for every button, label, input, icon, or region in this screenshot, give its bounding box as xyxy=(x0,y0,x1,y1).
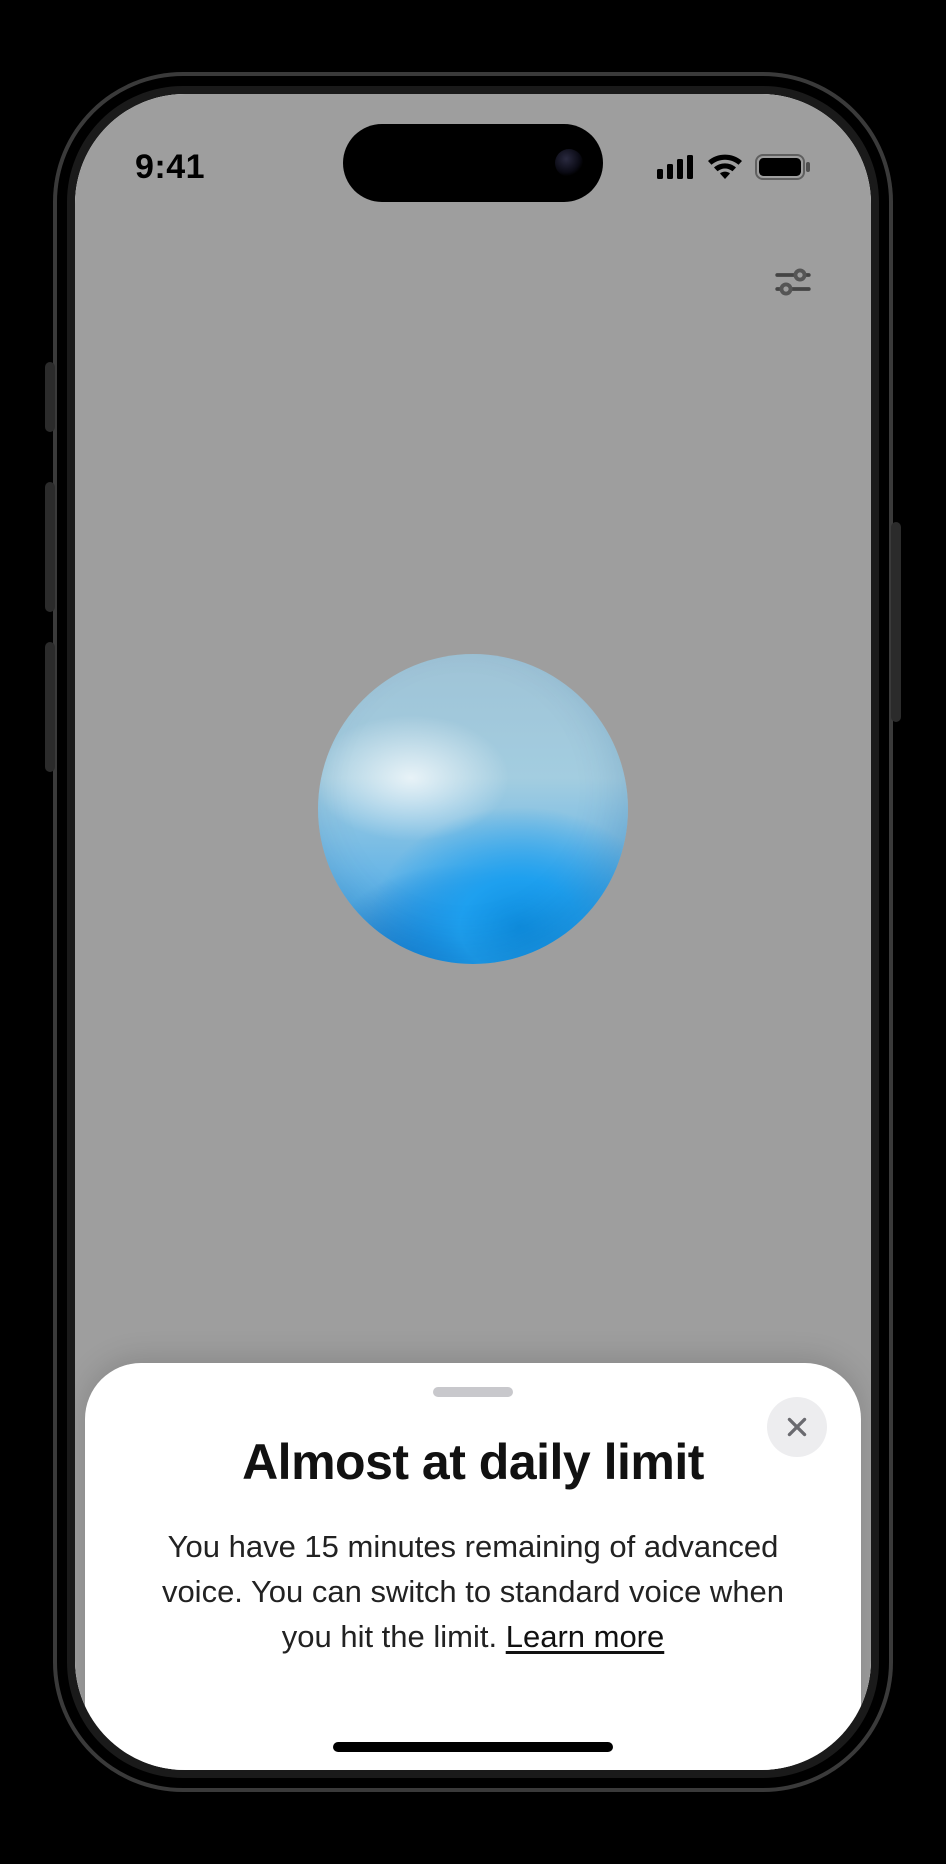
screen: 9:41 xyxy=(75,94,871,1770)
hw-volume-up xyxy=(45,482,55,612)
hw-volume-down xyxy=(45,642,55,772)
wifi-icon xyxy=(707,154,743,180)
voice-orb xyxy=(318,654,628,964)
dynamic-island xyxy=(343,124,603,202)
sheet-body: You have 15 minutes remaining of advance… xyxy=(129,1525,817,1660)
phone-frame: 9:41 xyxy=(53,72,893,1792)
sheet-close-button[interactable] xyxy=(767,1397,827,1457)
cellular-signal-icon xyxy=(657,155,695,179)
sheet-body-text: You have 15 minutes remaining of advance… xyxy=(162,1529,784,1654)
voice-settings-button[interactable] xyxy=(765,254,821,310)
status-icons xyxy=(657,154,811,180)
sliders-icon xyxy=(772,261,814,303)
sheet-title: Almost at daily limit xyxy=(129,1433,817,1491)
battery-icon xyxy=(755,154,811,180)
limit-sheet: Almost at daily limit You have 15 minute… xyxy=(85,1363,861,1770)
home-indicator[interactable] xyxy=(333,1742,613,1752)
close-icon xyxy=(784,1414,810,1440)
hw-power xyxy=(891,522,901,722)
sheet-grabber[interactable] xyxy=(433,1387,513,1397)
learn-more-link[interactable]: Learn more xyxy=(506,1619,665,1654)
hw-switch xyxy=(45,362,55,432)
status-time: 9:41 xyxy=(135,148,205,187)
